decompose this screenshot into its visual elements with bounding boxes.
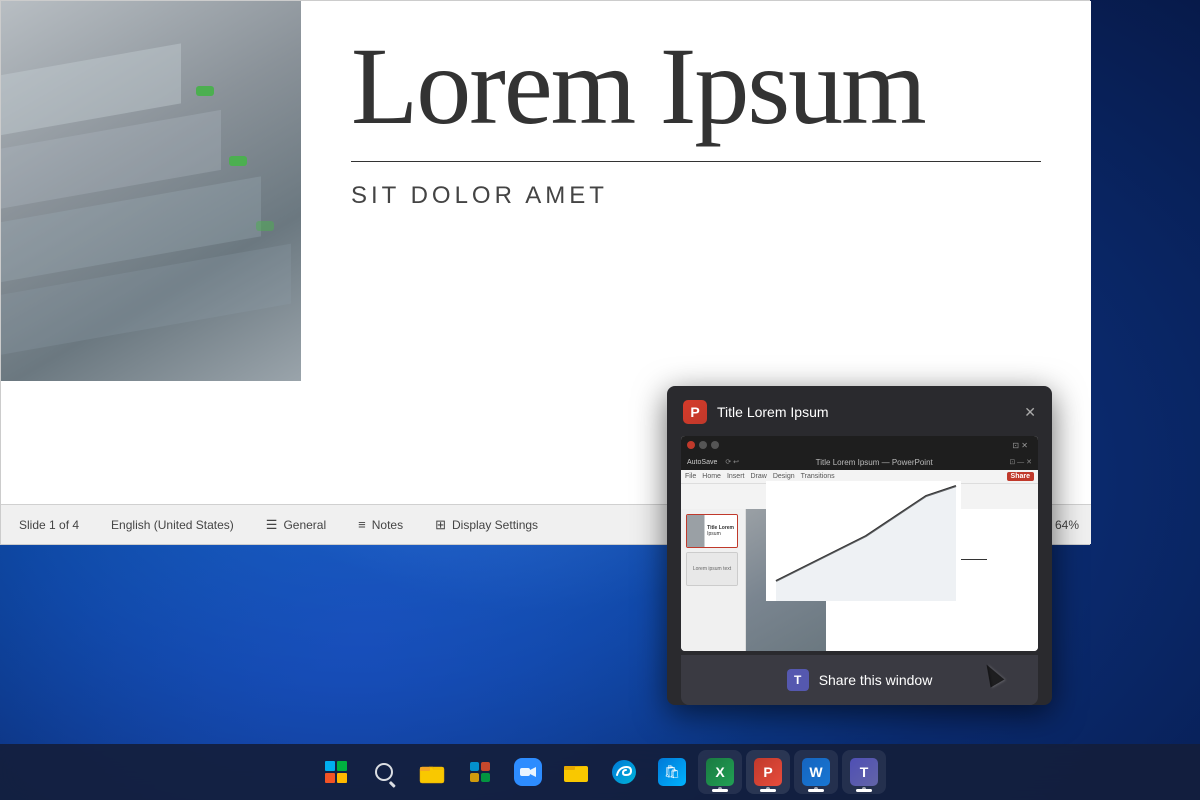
display-settings-icon: ⊞ <box>435 517 446 533</box>
taskbar-excel-button[interactable]: X <box>698 750 742 794</box>
taskbar-powerpoint-button[interactable]: P <box>746 750 790 794</box>
slide-count-text: Slide 1 of 4 <box>19 518 79 532</box>
taskbar-teams-button[interactable]: T <box>842 750 886 794</box>
taskbar-preview-popup: P Title Lorem Ipsum ✕ ⊡ ✕ AutoSave ⟳ ↩ T… <box>667 386 1052 705</box>
preview-close-button[interactable]: ✕ <box>1024 404 1036 421</box>
windows-logo-icon <box>325 761 347 783</box>
teams-icon: T <box>787 669 809 691</box>
slide-image <box>1 1 301 381</box>
taskbar-store-button[interactable]: 🛍 <box>650 750 694 794</box>
excel-active-dot <box>718 787 722 791</box>
taskbar-file-explorer-button[interactable] <box>410 750 454 794</box>
teams-taskbar-icon: T <box>850 758 878 786</box>
notes-button[interactable]: ≡ Notes <box>352 513 409 536</box>
slide-divider <box>351 161 1041 162</box>
taskbar-word-button[interactable]: W <box>794 750 838 794</box>
taskbar-search-button[interactable] <box>362 750 406 794</box>
mini-ppt: ⊡ ✕ AutoSave ⟳ ↩ Title Lorem Ipsum — Pow… <box>681 436 1038 651</box>
preview-header: P Title Lorem Ipsum ✕ <box>681 400 1038 424</box>
taskbar-start-button[interactable] <box>314 750 358 794</box>
mini-slide-thumb-1: Title Lorem Ipsum <box>686 514 738 548</box>
general-label: General <box>283 518 326 532</box>
mini-body: Title Lorem Ipsum Lorem ipsum text <box>681 509 1038 651</box>
taskbar-folder-button[interactable] <box>554 750 598 794</box>
share-window-label: Share this window <box>819 672 933 688</box>
display-settings-button[interactable]: ⊞ Display Settings <box>429 513 544 537</box>
green-light-3 <box>256 221 274 231</box>
mini-slide-thumb-2: Lorem ipsum text <box>686 552 738 586</box>
general-icon: ☰ <box>266 517 278 533</box>
word-icon: W <box>802 758 830 786</box>
general-button[interactable]: ☰ General <box>260 513 332 537</box>
store-icon: 🛍 <box>658 758 686 786</box>
file-explorer-icon <box>419 760 445 784</box>
edge-icon <box>611 759 637 785</box>
taskbar-edge-button[interactable] <box>602 750 646 794</box>
share-this-window-button[interactable]: T Share this window <box>681 655 1038 705</box>
search-icon <box>375 763 393 781</box>
notes-icon: ≡ <box>358 517 366 532</box>
language-text: English (United States) <box>111 518 234 532</box>
ppt-active-dot <box>766 787 770 791</box>
taskbar-zoom-button[interactable] <box>506 750 550 794</box>
slide-subtitle: SIT DOLOR AMET <box>351 182 1041 210</box>
green-light-2 <box>229 156 247 166</box>
teams-active-dot <box>862 787 866 791</box>
slide-title: Lorem Ipsum <box>351 31 1041 141</box>
slide-count[interactable]: Slide 1 of 4 <box>13 514 85 536</box>
green-light-1 <box>196 86 214 96</box>
mini-slide-img <box>746 509 826 651</box>
word-active-dot <box>814 787 818 791</box>
mini-slide-main: Title LoremIpsum SIT DOLOR AMET <box>746 509 1038 651</box>
preview-app-icon: P <box>683 400 707 424</box>
display-settings-label: Display Settings <box>452 518 538 532</box>
taskbar: 🛍 X P W T <box>0 744 1200 800</box>
excel-icon: X <box>706 758 734 786</box>
widgets-icon <box>468 760 492 784</box>
language-indicator[interactable]: English (United States) <box>105 514 240 536</box>
folder-icon <box>563 761 589 783</box>
preview-app-icon-letter: P <box>690 404 699 420</box>
zoom-percent: 64% <box>1055 518 1079 532</box>
powerpoint-icon: P <box>754 758 782 786</box>
preview-title: Title Lorem Ipsum <box>717 404 829 420</box>
notes-label: Notes <box>372 518 403 532</box>
mini-slides-panel: Title Lorem Ipsum Lorem ipsum text <box>681 509 746 651</box>
zoom-icon <box>514 758 542 786</box>
preview-thumbnail[interactable]: ⊡ ✕ AutoSave ⟳ ↩ Title Lorem Ipsum — Pow… <box>681 436 1038 651</box>
taskbar-widgets-button[interactable] <box>458 750 502 794</box>
mini-titlebar: ⊡ ✕ <box>681 436 1038 454</box>
